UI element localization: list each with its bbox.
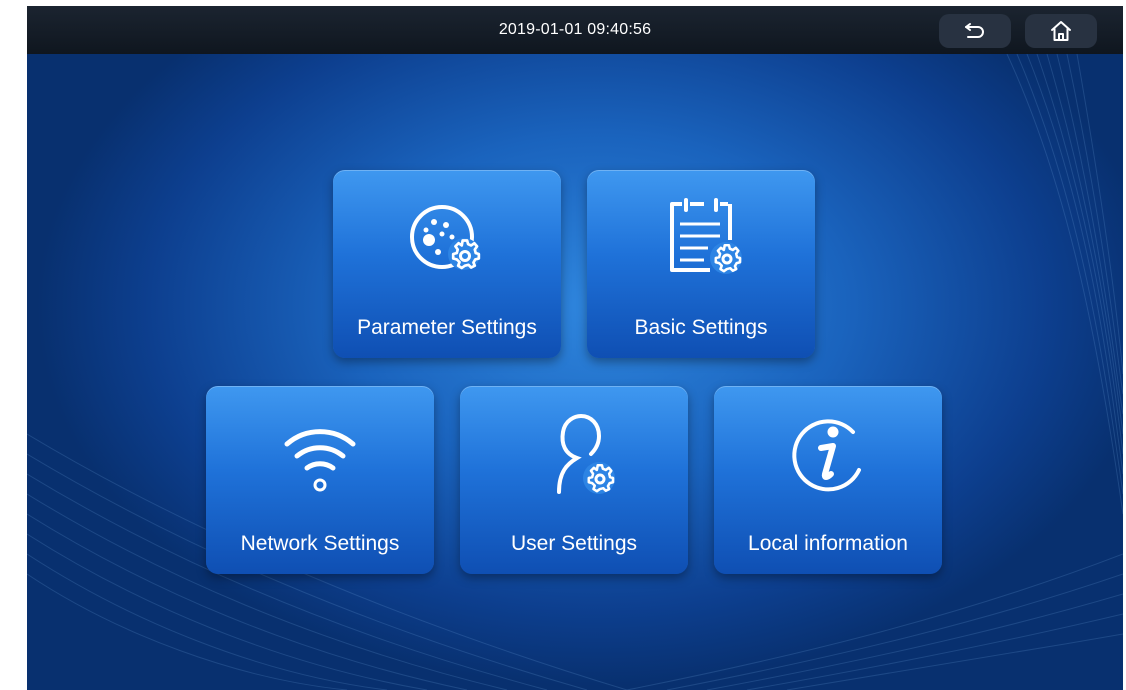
- user-settings-label: User Settings: [510, 532, 638, 555]
- info-icon: [792, 419, 861, 492]
- back-arrow-icon: [965, 23, 984, 38]
- clipboard-gear-icon: [670, 198, 742, 274]
- wifi-icon: [284, 429, 356, 492]
- parameter-settings-tile[interactable]: Parameter Settings: [333, 170, 561, 358]
- basic-settings-tile[interactable]: Basic Settings: [587, 170, 815, 358]
- user-gear-icon: [557, 413, 615, 494]
- local-information-label: Local information: [748, 532, 908, 555]
- parameter-settings-label: Parameter Settings: [357, 316, 537, 339]
- home-icon: [1051, 21, 1071, 41]
- home-button[interactable]: [1025, 14, 1097, 48]
- parameter-gear-icon: [410, 205, 481, 270]
- network-settings-tile[interactable]: Network Settings: [206, 386, 434, 574]
- background-wave-decoration: [27, 54, 1123, 690]
- basic-settings-label: Basic Settings: [634, 316, 768, 339]
- local-information-tile[interactable]: Local information: [714, 386, 942, 574]
- network-settings-label: Network Settings: [240, 532, 400, 555]
- main-screen: 2019-01-01 09:40:56 Parameter Settings B…: [27, 6, 1123, 690]
- back-button[interactable]: [939, 14, 1011, 48]
- user-settings-tile[interactable]: User Settings: [460, 386, 688, 574]
- top-bar: 2019-01-01 09:40:56: [27, 6, 1123, 54]
